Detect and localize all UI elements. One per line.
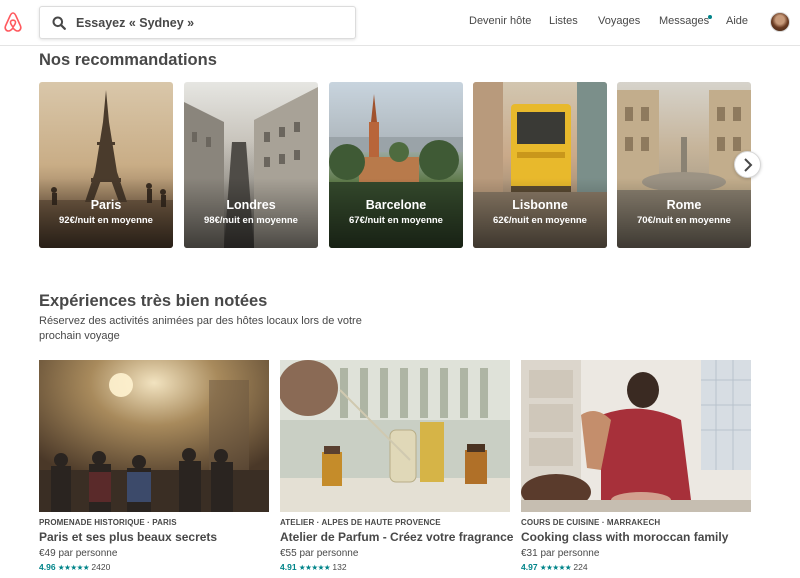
experience-image <box>521 360 751 512</box>
review-count: 132 <box>332 562 347 572</box>
experience-title: Cooking class with moroccan family <box>521 530 729 544</box>
city-price: 98€/nuit en moyenne <box>204 215 298 226</box>
city-card-barcelone[interactable]: Barcelone 67€/nuit en moyenne <box>329 82 463 248</box>
experience-image <box>39 360 269 512</box>
star-icons: ★★★★★ <box>539 563 572 572</box>
city-card-londres[interactable]: Londres 98€/nuit en moyenne <box>184 82 318 248</box>
search-box[interactable] <box>39 6 356 39</box>
rating-score: 4.96 <box>39 562 56 572</box>
nav-lists[interactable]: Listes <box>549 15 578 27</box>
messages-notification-dot <box>708 15 712 19</box>
city-card-overlay <box>329 178 463 248</box>
search-icon <box>52 16 66 30</box>
recommendations-title: Nos recommandations <box>39 51 217 69</box>
city-card-overlay <box>473 178 607 248</box>
carousel-next-button[interactable] <box>734 151 761 178</box>
experience-rating: 4.91 ★★★★★ 132 <box>280 562 347 572</box>
city-card-lisbonne[interactable]: Lisbonne 62€/nuit en moyenne <box>473 82 607 248</box>
city-name: Londres <box>226 198 276 212</box>
review-count: 2420 <box>91 562 111 572</box>
star-icons: ★★★★★ <box>298 563 331 572</box>
nav-become-host[interactable]: Devenir hôte <box>469 15 531 27</box>
user-avatar[interactable] <box>770 12 790 32</box>
rating-score: 4.91 <box>280 562 297 572</box>
city-card-paris[interactable]: Paris 92€/nuit en moyenne <box>39 82 173 248</box>
cooking-class-photo <box>521 360 751 512</box>
airbnb-logo-icon[interactable] <box>3 11 23 33</box>
city-card-overlay <box>617 178 751 248</box>
experience-category: PROMENADE HISTORIQUE · PARIS <box>39 518 177 527</box>
city-name: Barcelone <box>365 198 427 212</box>
experiences-title: Expériences très bien notées <box>39 292 268 310</box>
city-name: Lisbonne <box>512 198 568 212</box>
experience-category: COURS DE CUISINE · MARRAKECH <box>521 518 661 527</box>
city-card-overlay <box>39 178 173 248</box>
experience-price: €55 par personne <box>280 548 359 559</box>
nav-help[interactable]: Aide <box>726 15 748 27</box>
review-count: 224 <box>573 562 588 572</box>
city-price: 67€/nuit en moyenne <box>349 215 443 226</box>
star-icons: ★★★★★ <box>57 563 90 572</box>
nav-trips[interactable]: Voyages <box>598 15 640 27</box>
city-name: Paris <box>90 198 122 212</box>
search-input[interactable] <box>76 10 346 35</box>
experience-title: Atelier de Parfum - Créez votre fragranc… <box>280 530 514 544</box>
city-card-rome[interactable]: Rome 70€/nuit en moyenne <box>617 82 751 248</box>
experiences-subtitle: Réservez des activités animées par des h… <box>39 315 362 342</box>
paris-tour-photo <box>39 360 269 512</box>
experience-image <box>280 360 510 512</box>
experience-title: Paris et ses plus beaux secrets <box>39 530 218 544</box>
experience-rating: 4.96 ★★★★★ 2420 <box>39 562 110 572</box>
experience-category: ATELIER · ALPES DE HAUTE PROVENCE <box>280 518 441 527</box>
rating-score: 4.97 <box>521 562 538 572</box>
perfume-workshop-photo <box>280 360 510 512</box>
city-price: 92€/nuit en moyenne <box>59 215 153 226</box>
experience-rating: 4.97 ★★★★★ 224 <box>521 562 588 572</box>
city-card-overlay <box>184 178 318 248</box>
city-price: 70€/nuit en moyenne <box>637 215 731 226</box>
city-name: Rome <box>666 198 702 212</box>
chevron-right-icon <box>744 158 753 172</box>
top-header: Devenir hôte Listes Voyages Messages Aid… <box>0 0 800 46</box>
experience-price: €49 par personne <box>39 548 118 559</box>
nav-messages[interactable]: Messages <box>659 15 709 27</box>
city-price: 62€/nuit en moyenne <box>493 215 587 226</box>
experience-price: €31 par personne <box>521 548 600 559</box>
